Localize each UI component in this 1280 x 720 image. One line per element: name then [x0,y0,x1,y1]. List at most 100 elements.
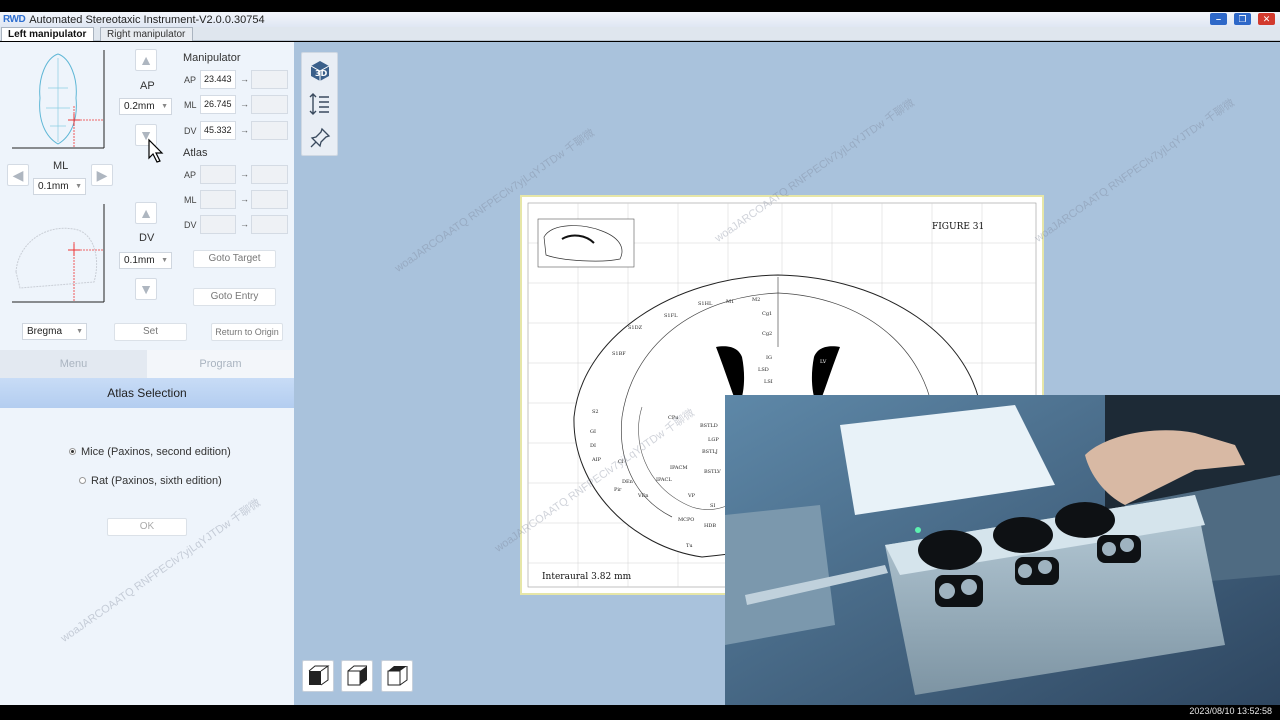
atlas-ml-target[interactable] [251,190,288,209]
minimize-button[interactable]: – [1210,13,1227,25]
camera-feed-image [725,395,1280,705]
set-button[interactable]: Set [114,323,187,341]
top-black-bar [0,0,1280,12]
region-vp: VP [687,493,696,499]
skull-top-icon [12,50,105,149]
side-view-button[interactable] [341,660,373,692]
manip-ap-target[interactable] [251,70,288,89]
ap-step-value: 0.2mm [124,101,155,112]
manip-ap-field[interactable]: 23.443 [200,70,236,89]
dv-down-button[interactable]: ▼ [135,278,157,300]
atlas-ap-target[interactable] [251,165,288,184]
depth-scale-icon[interactable] [307,91,333,117]
side-view-icon [347,665,367,686]
ap-up-button[interactable]: ▲ [135,49,157,71]
ml-left-button[interactable]: ◀ [7,164,29,186]
watermark: woaJARCOAATQ RNFPEClv7yjLqYJTDw 千聊微 [1032,96,1237,245]
mice-option-label[interactable]: Mice (Paxinos, second edition) [81,446,231,458]
reference-select[interactable]: Bregma ▼ [22,323,87,340]
interaural-label: Interaural 3.82 mm [542,572,632,582]
status-bar: 2023/08/10 13:52:58 [0,705,1280,720]
skull-top-view [8,48,112,154]
rat-option-label[interactable]: Rat (Paxinos, sixth edition) [91,475,222,487]
region-s1fl: S1FL [664,313,678,319]
region-pir: Pir [614,487,622,493]
manipulator-heading: Manipulator [183,52,241,64]
return-origin-button[interactable]: Return to Origin [211,323,283,341]
main-view: 3D FIGURE 31 Interaural 3.82 mm S1HL M1 … [294,42,1280,705]
maximize-button[interactable]: ❐ [1234,13,1251,25]
region-cg1: Cg1 [762,311,772,317]
close-button[interactable]: ✕ [1258,13,1275,25]
region-tu: Tu [686,543,693,549]
region-bstlj: BSTLJ [702,449,718,455]
region-si: SI [710,503,715,509]
ok-button[interactable]: OK [107,518,187,536]
dv-up-button[interactable]: ▲ [135,202,157,224]
ml-step-select[interactable]: 0.1mm ▼ [33,178,86,195]
atlas-heading: Atlas [183,147,208,159]
tab-left-manipulator[interactable]: Left manipulator [1,27,94,41]
tab-menu[interactable]: Menu [0,350,147,378]
region-lv: LV [820,359,827,365]
chevron-down-icon: ▼ [76,328,83,335]
dv-step-value: 0.1mm [124,255,155,266]
arrow-right-icon: → [240,74,249,84]
cube-3d-icon: 3D [310,61,330,81]
region-ven: VEn [637,493,649,499]
region-aip: AIP [591,457,602,463]
goto-entry-button[interactable]: Goto Entry [193,288,276,306]
tab-program[interactable]: Program [147,350,294,378]
atlas-dv-field[interactable] [200,215,236,234]
ruler-icon [309,93,329,115]
svg-text:3D: 3D [315,69,328,78]
manip-ml-field[interactable]: 26.745 [200,95,236,114]
figure-label: FIGURE 31 [932,222,984,232]
chevron-down-icon: ▼ [161,257,168,264]
pin-icon[interactable] [307,125,333,151]
arrow-right-icon: → [240,169,249,179]
radio-rat[interactable] [79,477,86,484]
region-hdb: HDB [704,523,716,529]
radio-mice[interactable] [69,448,76,455]
atlas-ml-field[interactable] [200,190,236,209]
manip-dv-field[interactable]: 45.332 [200,121,236,140]
skull-side-icon [12,204,105,303]
region-ipacl: IPACL [656,477,672,483]
atlas-ap-field[interactable] [200,165,236,184]
region-s2: S2 [592,409,599,415]
atlas-dv-target[interactable] [251,215,288,234]
goto-target-button[interactable]: Goto Target [193,250,276,268]
manip-dv-target[interactable] [251,121,288,140]
atlas-ap-label: AP [184,170,197,180]
manip-ml-target[interactable] [251,95,288,114]
manipulator-tabs: Left manipulator Right manipulator [0,27,1280,41]
tab-right-manipulator[interactable]: Right manipulator [100,27,193,41]
camera-feed [725,395,1280,705]
manip-ap-label: AP [184,75,197,85]
title-bar: RWD Automated Stereotaxic Instrument-V2.… [0,12,1280,27]
chevron-down-icon: ▼ [75,183,82,190]
3d-view-icon[interactable]: 3D [307,58,333,84]
region-ipacm: IPACM [670,465,687,471]
region-s1bf: S1BF [612,351,626,357]
region-bstld: BSTLD [700,423,718,429]
ml-right-button[interactable]: ▶ [91,164,113,186]
region-lsi: LSI [764,379,773,385]
ml-step-value: 0.1mm [38,181,69,192]
pushpin-icon [310,127,331,148]
region-s1dz: S1DZ [628,325,643,331]
region-cg2: Cg2 [762,331,772,337]
dv-step-select[interactable]: 0.1mm ▼ [119,252,172,269]
window-title: Automated Stereotaxic Instrument-V2.0.0.… [29,13,265,26]
top-view-button[interactable] [381,660,413,692]
front-view-button[interactable] [302,660,334,692]
region-ig: IG [766,355,772,361]
arrow-right-icon: → [240,219,249,229]
view-toolbox: 3D [301,52,338,156]
timestamp: 2023/08/10 13:52:58 [1189,706,1272,716]
region-den: DEn [622,479,634,485]
ap-step-select[interactable]: 0.2mm ▼ [119,98,172,115]
region-m2: M2 [752,297,760,303]
region-bstlv: BSTLV [704,469,721,475]
